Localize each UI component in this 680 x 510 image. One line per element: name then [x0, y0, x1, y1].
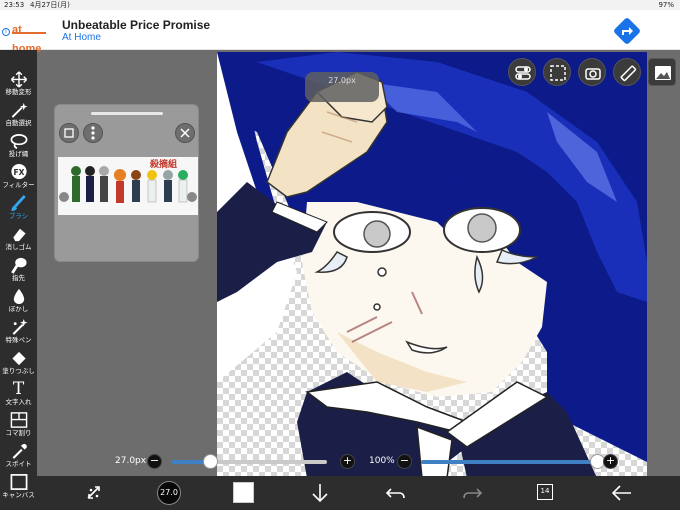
tool-label: 投げ縄 [8, 150, 29, 158]
camera-button[interactable] [578, 58, 606, 86]
ad-info-icon[interactable]: i [2, 28, 10, 36]
opacity-increase-button[interactable]: + [603, 454, 618, 469]
brush-size-slider-knob[interactable] [202, 454, 218, 469]
finger-icon [10, 257, 27, 274]
ad-title[interactable]: Unbeatable Price Promise [62, 18, 210, 32]
brush-size-decrease-button[interactable]: − [147, 454, 162, 469]
redo-icon[interactable] [459, 480, 485, 506]
selection-rectangle-icon [550, 65, 566, 81]
toggle-icon [515, 66, 531, 80]
fill-bucket-icon [11, 351, 26, 366]
tool-label: 特殊ペン [5, 336, 32, 344]
brush-size-indicator-value: 27.0px [328, 76, 356, 85]
brush-size-increase-button[interactable]: + [340, 454, 355, 469]
brush-size-slider[interactable] [171, 460, 327, 464]
gallery-button[interactable] [648, 58, 676, 86]
eraser-icon [12, 228, 26, 242]
reference-drag-handle[interactable] [91, 112, 163, 115]
layers-button[interactable]: 14 [537, 484, 553, 500]
brush-size-button[interactable]: 27.0 [157, 481, 181, 505]
reference-image: 殺摘組 [58, 157, 198, 215]
reference-image-title: 殺摘組 [150, 160, 178, 170]
toggle-settings-button[interactable] [508, 58, 536, 86]
tool-canvas[interactable]: キャンバス [0, 473, 37, 509]
quick-menu-icon[interactable] [81, 480, 107, 506]
gallery-image-icon [655, 66, 671, 80]
tool-label: ブラシ [8, 212, 29, 220]
reference-resize-button[interactable] [59, 123, 79, 143]
tool-label: 指先 [12, 274, 25, 282]
opacity-label: 100% [369, 456, 395, 466]
down-arrow-icon[interactable] [307, 480, 333, 506]
directions-arrow-icon[interactable] [612, 16, 642, 46]
undo-icon[interactable] [383, 480, 409, 506]
ruler-icon [620, 65, 637, 82]
fx-text: FX [13, 168, 24, 177]
tool-label: スポイト [5, 460, 32, 468]
brush-size-label: 27.0px [115, 456, 147, 466]
tool-label: 塗りつぶし [2, 367, 35, 375]
tool-label: 自動選択 [5, 119, 32, 127]
tool-label: キャンバス [2, 491, 35, 499]
tool-label: ぼかし [8, 305, 29, 313]
status-battery: 97% [658, 1, 674, 9]
opacity-decrease-button[interactable]: − [397, 454, 412, 469]
ad-banner[interactable]: at home i Unbeatable Price Promise At Ho… [0, 10, 680, 55]
tool-label: フィルター [2, 181, 35, 189]
camera-icon [585, 68, 601, 80]
reference-window[interactable]: 殺摘組 [54, 104, 199, 262]
opacity-slider[interactable] [421, 460, 597, 464]
special-pen-icon [12, 318, 28, 335]
status-date: 4月27日(月) [30, 1, 70, 9]
drawing-canvas[interactable] [217, 52, 647, 478]
status-bar: 23:53 4月27日(月) 97% [0, 0, 680, 10]
brush-size-indicator: 27.0px [305, 72, 379, 102]
canvas-icon [10, 474, 27, 490]
text-icon: T [12, 379, 25, 399]
more-vertical-icon [91, 126, 95, 140]
bottom-toolbar: 27.0 14 [37, 476, 680, 510]
ruler-button[interactable] [613, 58, 641, 86]
back-arrow-icon[interactable] [609, 480, 635, 506]
move-transform-icon [10, 71, 27, 88]
tool-label: 文字入れ [5, 398, 32, 406]
lasso-icon [10, 133, 27, 149]
eyedropper-icon [12, 443, 27, 459]
status-time: 23:53 [4, 1, 25, 9]
blur-drop-icon [13, 288, 24, 305]
app-screen: 23:53 4月27日(月) 97% at home i Unbeatable … [0, 0, 680, 510]
slider-bar: 27.0px − + 100% − + [37, 450, 680, 474]
selection-button[interactable] [543, 58, 571, 86]
fx-filter-icon: FX [10, 163, 27, 180]
tool-label: 消しゴム [5, 243, 32, 251]
close-icon [180, 128, 190, 138]
ad-subtitle[interactable]: At Home [62, 32, 101, 43]
tool-label: コマ割り [5, 429, 32, 437]
artwork [217, 52, 647, 478]
brush-icon [10, 194, 26, 212]
magic-wand-icon [11, 102, 28, 118]
color-picker-button[interactable] [233, 482, 254, 503]
ad-logo: at home [12, 18, 46, 55]
square-icon [64, 128, 74, 138]
frame-divider-icon [10, 412, 27, 428]
tool-sidebar: 移動変形自動選択投げ縄 FX フィルターブラシ消しゴム指先ぼかし特殊ペン塗りつぶし T… [0, 50, 37, 510]
tool-label: 移動変形 [5, 88, 32, 96]
reference-close-button[interactable] [175, 123, 195, 143]
reference-menu-button[interactable] [83, 123, 103, 143]
